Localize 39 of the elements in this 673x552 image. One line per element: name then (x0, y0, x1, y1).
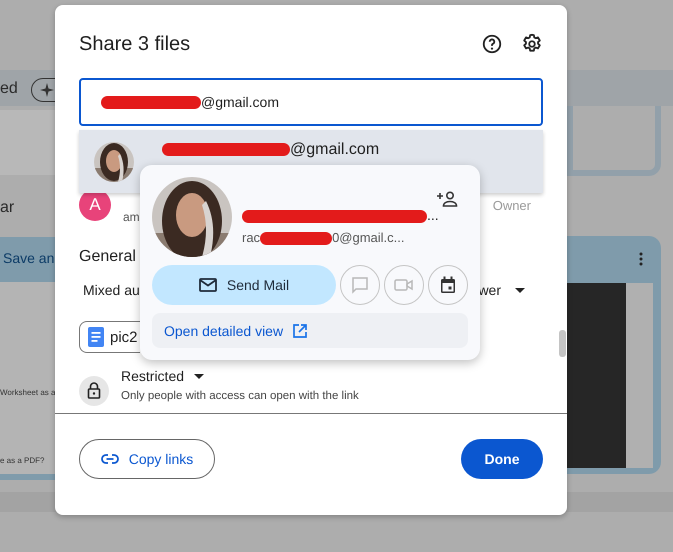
calendar-icon (440, 276, 456, 294)
mail-icon (198, 278, 217, 292)
more-icon[interactable] (639, 252, 643, 266)
caret-icon[interactable] (194, 374, 204, 378)
chat-icon (351, 276, 369, 294)
header-text: ed (0, 80, 18, 98)
document-icon (88, 327, 104, 347)
file-card-header (0, 237, 55, 282)
contact-email: rac (242, 230, 260, 245)
document-text: e as a PDF? (0, 456, 44, 465)
section-heading: General (79, 248, 136, 266)
suggestion-email: @gmail.com (290, 141, 380, 158)
person-email: am (123, 210, 140, 224)
external-link-icon (293, 324, 308, 338)
caret-icon[interactable] (515, 288, 525, 292)
help-icon[interactable] (481, 33, 503, 55)
copy-links-button[interactable]: Copy links (79, 439, 215, 479)
file-chip[interactable]: pic2 (79, 321, 140, 353)
role-label: Owner (492, 198, 531, 212)
access-dropdown[interactable]: Restricted (121, 368, 184, 384)
side-label: ar (0, 199, 14, 217)
contact-email: 0@gmail.c... (332, 230, 405, 245)
calendar-button[interactable] (428, 265, 468, 305)
file-card-title: Save an (3, 250, 54, 266)
document-text: Worksheet as a (0, 388, 56, 397)
contact-name: ... (427, 207, 439, 223)
recipient-field[interactable]: @gmail.com (79, 78, 543, 126)
link-icon (100, 454, 119, 464)
add-person-icon[interactable] (436, 191, 458, 207)
open-detailed-view-link[interactable]: Open detailed view (152, 313, 468, 348)
lock-icon (79, 376, 109, 406)
access-description: Only people with access can open with the link (121, 390, 359, 402)
access-label: Mixed au (83, 282, 140, 298)
video-camera-icon (394, 277, 414, 293)
done-button[interactable]: Done (461, 439, 543, 479)
send-mail-button[interactable]: Send Mail (152, 265, 336, 305)
scrollbar-thumb[interactable] (559, 330, 566, 357)
sparkle-icon (40, 83, 54, 97)
dialog-title: Share 3 files (79, 32, 192, 56)
